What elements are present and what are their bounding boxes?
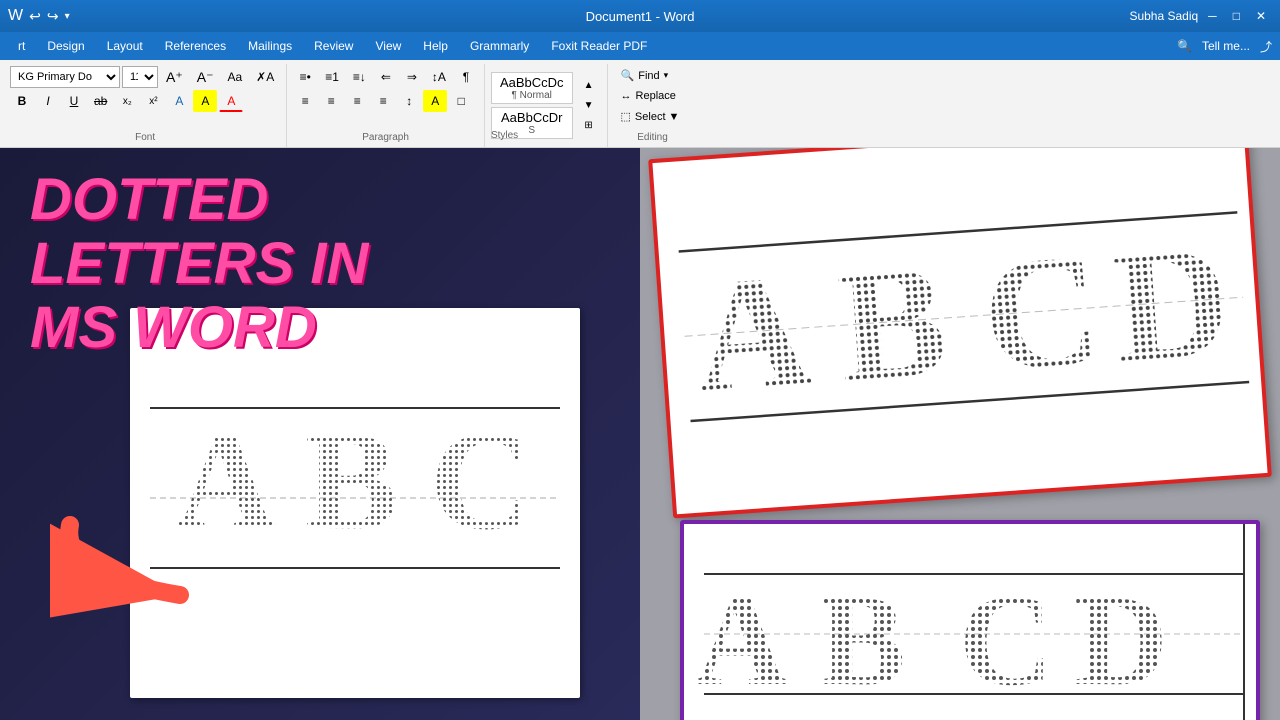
styles-list: AaBbCcDc ¶ Normal AaBbCcDr S [491,72,573,139]
sort-button[interactable]: ↕A [426,66,452,88]
editing-buttons: 🔍 Find ▾ ↔ Replace ⬚ Select ▼ [614,66,687,126]
align-center-button[interactable]: ≡ [319,90,343,112]
menu-mailings[interactable]: Mailings [238,36,302,56]
styles-scroll-up[interactable]: ▲ [577,76,601,96]
undo-button[interactable]: ↩ [29,8,41,25]
paragraph-row-1: ≡• ≡1 ≡↓ ⇐ ⇒ ↕A ¶ [293,66,478,88]
font-color-button[interactable]: A [219,90,243,112]
styles-group-label: Styles [491,130,518,143]
red-card-letters: A B C D [674,153,1254,491]
main-content: DOTTED LETTERS IN MS WORD A [0,148,1280,720]
borders-button[interactable]: □ [449,90,473,112]
decrease-indent-button[interactable]: ⇐ [374,66,398,88]
menu-view[interactable]: View [365,36,411,56]
word-icon: W [8,7,23,25]
replace-button[interactable]: ↔ Replace [614,87,687,105]
styles-scroll: ▲ ▼ ⊞ [577,76,601,136]
text-highlight-button[interactable]: A [193,90,217,112]
superscript-button[interactable]: x² [141,90,165,112]
title-bar-right: Subha Sadiq ─ □ ✕ [1129,9,1272,23]
replace-icon: ↔ [621,90,632,102]
show-hide-button[interactable]: ¶ [454,66,478,88]
shrink-font-button[interactable]: A⁻ [191,66,220,88]
style-second-preview: AaBbCcDr [501,110,562,125]
quick-access-more[interactable]: ▾ [65,11,70,22]
select-icon: ⬚ [621,110,631,123]
red-card: A B C D [648,148,1272,518]
right-panel: A B C D [640,148,1280,720]
find-icon: 🔍 [621,69,635,82]
menu-bar: rt Design Layout References Mailings Rev… [0,32,1280,60]
menu-layout[interactable]: Layout [97,36,153,56]
font-size-select[interactable]: 11 [122,66,158,88]
title-line1: DOTTED [30,168,368,232]
arrow-svg [50,515,250,635]
align-left-button[interactable]: ≡ [293,90,317,112]
document-title: Document1 - Word [586,9,695,24]
italic-button[interactable]: I [36,90,60,112]
styles-group: AaBbCcDc ¶ Normal AaBbCcDr S ▲ ▼ ⊞ Style… [485,64,608,147]
justify-button[interactable]: ≡ [371,90,395,112]
purple-card-letters: A B C D [684,529,1244,720]
font-row-1: KG Primary Do 11 A⁺ A⁻ Aa ✗A [10,66,280,88]
menu-design[interactable]: Design [37,36,94,56]
style-normal-preview: AaBbCcDc [500,75,564,90]
title-bar: W ↩ ↪ ▾ Document1 - Word Subha Sadiq ─ □… [0,0,1280,32]
font-row-2: B I U ab x₂ x² A A A [10,90,243,112]
text-effects-button[interactable]: A [167,90,191,112]
numbering-button[interactable]: ≡1 [319,66,345,88]
style-second-label: S [528,125,535,136]
title-bar-left: W ↩ ↪ ▾ [8,7,70,25]
font-group-label: Font [135,132,155,145]
menu-foxit[interactable]: Foxit Reader PDF [541,36,657,56]
select-button[interactable]: ⬚ Select ▼ [614,107,687,126]
title-line3: MS WORD [30,296,368,360]
styles-scroll-down[interactable]: ▼ [577,96,601,116]
paragraph-group-label: Paragraph [362,132,409,145]
bold-button[interactable]: B [10,90,34,112]
multilevel-button[interactable]: ≡↓ [347,66,372,88]
editing-group: 🔍 Find ▾ ↔ Replace ⬚ Select ▼ Editing [608,64,698,147]
styles-more[interactable]: ⊞ [577,116,601,136]
underline-button[interactable]: U [62,90,86,112]
left-panel: DOTTED LETTERS IN MS WORD A [0,148,640,720]
arrow-container [50,515,250,640]
shading-button[interactable]: A [423,90,447,112]
font-group: KG Primary Do 11 A⁺ A⁻ Aa ✗A B I U ab x₂… [4,64,287,147]
align-right-button[interactable]: ≡ [345,90,369,112]
search-icon: 🔍 [1177,39,1192,53]
share-icon[interactable]: ⤴ [1260,38,1272,55]
menu-references[interactable]: References [155,36,236,56]
menu-bar-right: 🔍 Tell me... ⤴ [1177,38,1272,55]
increase-indent-button[interactable]: ⇒ [400,66,424,88]
menu-review[interactable]: Review [304,36,363,56]
minimize-button[interactable]: ─ [1202,9,1223,23]
purple-card: A B C D [680,520,1260,720]
thumbnail-title: DOTTED LETTERS IN MS WORD [30,168,368,359]
font-name-select[interactable]: KG Primary Do [10,66,120,88]
close-button[interactable]: ✕ [1250,9,1272,23]
menu-file[interactable]: rt [8,36,35,56]
find-button[interactable]: 🔍 Find ▾ [614,66,687,85]
tell-me-input[interactable]: Tell me... [1202,39,1250,53]
editing-group-label: Editing [637,132,668,145]
ribbon: KG Primary Do 11 A⁺ A⁻ Aa ✗A B I U ab x₂… [0,60,1280,148]
paragraph-group: ≡• ≡1 ≡↓ ⇐ ⇒ ↕A ¶ ≡ ≡ ≡ ≡ ↕ A □ Paragrap… [287,64,485,147]
style-normal[interactable]: AaBbCcDc ¶ Normal [491,72,573,104]
paragraph-row-2: ≡ ≡ ≡ ≡ ↕ A □ [293,90,473,112]
redo-button[interactable]: ↪ [47,8,59,25]
subscript-button[interactable]: x₂ [115,90,139,112]
style-normal-label: ¶ Normal [512,90,552,101]
bullets-button[interactable]: ≡• [293,66,317,88]
menu-grammarly[interactable]: Grammarly [460,36,539,56]
menu-help[interactable]: Help [413,36,458,56]
strikethrough-button[interactable]: ab [88,90,113,112]
change-case-button[interactable]: Aa [221,66,248,88]
clear-format-button[interactable]: ✗A [250,66,280,88]
title-line2: LETTERS IN [30,232,368,296]
line-spacing-button[interactable]: ↕ [397,90,421,112]
grow-font-button[interactable]: A⁺ [160,66,189,88]
username: Subha Sadiq [1129,9,1198,23]
maximize-button[interactable]: □ [1227,9,1246,23]
